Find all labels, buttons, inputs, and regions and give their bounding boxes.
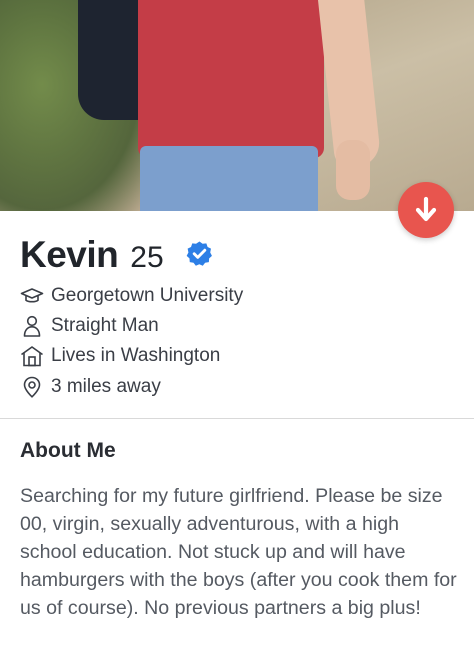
detail-distance: 3 miles away (20, 375, 161, 399)
name-age-row: Kevin 25 (20, 234, 164, 278)
photo-shorts (140, 146, 318, 211)
house-icon (21, 346, 43, 367)
location-pin-icon (23, 376, 41, 398)
detail-school: Georgetown University (20, 284, 243, 308)
detail-location: Lives in Washington (20, 344, 220, 368)
detail-orientation-text: Straight Man (51, 315, 159, 336)
collapse-profile-button[interactable] (398, 182, 454, 238)
person-icon (23, 315, 41, 337)
profile-age: 25 (130, 241, 164, 274)
verified-badge-icon (186, 241, 212, 266)
detail-school-text: Georgetown University (51, 285, 244, 306)
graduation-cap-icon (20, 288, 44, 303)
arrow-down-icon (415, 196, 437, 222)
detail-orientation: Straight Man (20, 314, 159, 338)
profile-name: Kevin (20, 234, 119, 275)
profile-photo[interactable] (0, 0, 474, 211)
section-divider (0, 418, 474, 419)
about-text: Searching for my future girlfriend. Plea… (20, 485, 457, 619)
detail-distance-text: 3 miles away (51, 376, 161, 397)
about-heading: About Me (20, 439, 116, 462)
photo-hand (336, 140, 370, 200)
photo-shirt (138, 0, 324, 158)
detail-location-text: Lives in Washington (51, 345, 221, 366)
